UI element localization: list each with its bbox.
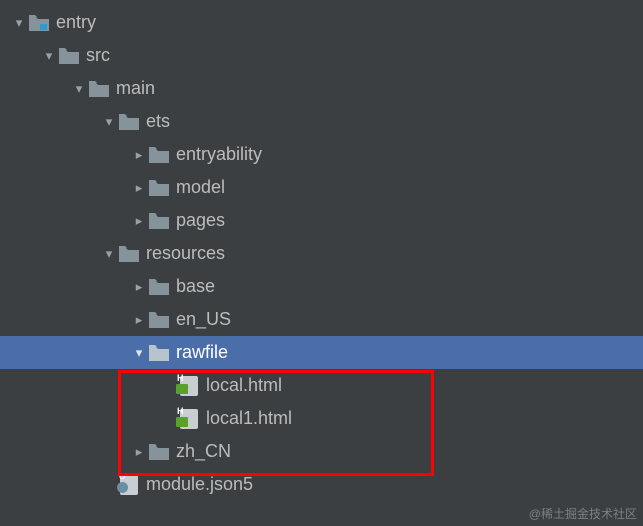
tree-label: model <box>176 171 225 204</box>
chevron-down-icon[interactable]: ▾ <box>130 336 148 369</box>
tree-item-local1-html[interactable]: ▸ local1.html <box>0 402 643 435</box>
tree-item-module-json5[interactable]: ▸ module.json5 <box>0 468 643 501</box>
module-folder-icon <box>28 12 50 34</box>
tree-item-local-html[interactable]: ▸ local.html <box>0 369 643 402</box>
chevron-right-icon[interactable]: ▸ <box>130 270 148 303</box>
chevron-right-icon[interactable]: ▸ <box>130 171 148 204</box>
tree-label: src <box>86 39 110 72</box>
folder-icon <box>148 144 170 166</box>
tree-label: resources <box>146 237 225 270</box>
folder-icon <box>148 210 170 232</box>
tree-label: module.json5 <box>146 468 253 501</box>
tree-item-main[interactable]: ▾ main <box>0 72 643 105</box>
chevron-right-icon[interactable]: ▸ <box>130 204 148 237</box>
html-file-icon <box>178 408 200 430</box>
chevron-down-icon[interactable]: ▾ <box>100 237 118 270</box>
folder-icon <box>148 276 170 298</box>
tree-label: zh_CN <box>176 435 231 468</box>
chevron-down-icon[interactable]: ▾ <box>40 39 58 72</box>
chevron-down-icon[interactable]: ▾ <box>70 72 88 105</box>
folder-icon <box>148 342 170 364</box>
tree-item-src[interactable]: ▾ src <box>0 39 643 72</box>
chevron-down-icon[interactable]: ▾ <box>10 6 28 39</box>
tree-item-entry[interactable]: ▾ entry <box>0 6 643 39</box>
tree-label: base <box>176 270 215 303</box>
folder-icon <box>58 45 80 67</box>
json5-file-icon <box>118 474 140 496</box>
folder-icon <box>148 177 170 199</box>
folder-icon <box>118 243 140 265</box>
folder-icon <box>148 441 170 463</box>
tree-item-ets[interactable]: ▾ ets <box>0 105 643 138</box>
tree-item-zh-cn[interactable]: ▸ zh_CN <box>0 435 643 468</box>
tree-item-resources[interactable]: ▾ resources <box>0 237 643 270</box>
tree-item-entryability[interactable]: ▸ entryability <box>0 138 643 171</box>
tree-item-en-us[interactable]: ▸ en_US <box>0 303 643 336</box>
tree-label: main <box>116 72 155 105</box>
tree-label: ets <box>146 105 170 138</box>
tree-item-model[interactable]: ▸ model <box>0 171 643 204</box>
tree-label: en_US <box>176 303 231 336</box>
folder-icon <box>148 309 170 331</box>
project-tree: ▾ entry ▾ src ▾ main ▾ ets ▸ <box>0 0 643 501</box>
chevron-right-icon[interactable]: ▸ <box>130 303 148 336</box>
tree-item-rawfile[interactable]: ▾ rawfile <box>0 336 643 369</box>
folder-icon <box>88 78 110 100</box>
chevron-down-icon[interactable]: ▾ <box>100 105 118 138</box>
chevron-right-icon[interactable]: ▸ <box>130 435 148 468</box>
watermark-text: @稀土掘金技术社区 <box>529 505 637 522</box>
chevron-right-icon[interactable]: ▸ <box>130 138 148 171</box>
tree-label: local.html <box>206 369 282 402</box>
tree-label: local1.html <box>206 402 292 435</box>
tree-item-pages[interactable]: ▸ pages <box>0 204 643 237</box>
html-file-icon <box>178 375 200 397</box>
tree-label: entryability <box>176 138 262 171</box>
folder-icon <box>118 111 140 133</box>
tree-label: rawfile <box>176 336 228 369</box>
tree-item-base[interactable]: ▸ base <box>0 270 643 303</box>
tree-label: pages <box>176 204 225 237</box>
tree-label: entry <box>56 6 96 39</box>
